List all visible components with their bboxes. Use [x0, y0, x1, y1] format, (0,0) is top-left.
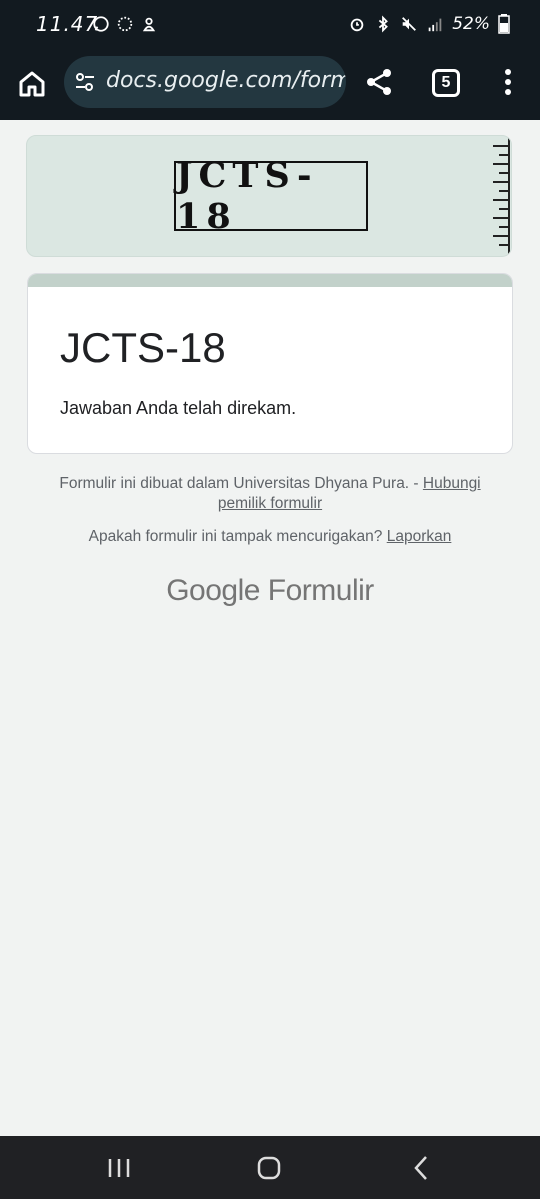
bluetooth-icon	[379, 15, 389, 33]
status-bar: 11.47 52%	[0, 0, 540, 52]
home-circle-icon[interactable]	[256, 1155, 282, 1181]
sync-icon	[117, 16, 133, 32]
address-bar[interactable]: docs.google.com/forms	[64, 56, 346, 108]
tabs-button[interactable]: 5	[432, 69, 460, 97]
report-note: Apakah formulir ini tampak mencurigakan?…	[40, 528, 500, 546]
whatsapp-icon	[93, 16, 109, 32]
ruler-decoration	[493, 138, 510, 256]
alarm-icon	[350, 18, 364, 32]
form-origin-text: Formulir ini dibuat dalam Universitas Dh…	[59, 475, 423, 492]
url-text: docs.google.com/forms	[106, 68, 346, 93]
status-time: 11.47	[36, 12, 99, 36]
form-logo: JCTS-18	[174, 155, 368, 237]
form-origin-note: Formulir ini dibuat dalam Universitas Dh…	[40, 474, 500, 514]
form-title: JCTS-18	[60, 324, 226, 371]
signal-icon	[428, 18, 442, 32]
report-text: Apakah formulir ini tampak mencurigakan?	[88, 528, 387, 545]
report-link[interactable]: Laporkan	[387, 528, 452, 545]
notification-icon	[142, 17, 156, 32]
recents-icon[interactable]	[106, 1156, 132, 1180]
battery-level: 52%	[452, 14, 490, 34]
mute-icon	[402, 17, 417, 31]
home-icon[interactable]	[16, 68, 48, 100]
card-accent-band	[28, 274, 512, 287]
tabs-count: 5	[441, 74, 451, 91]
confirmation-card: JCTS-18 Jawaban Anda telah direkam.	[27, 273, 513, 454]
forms-wordmark: Formulir	[267, 574, 375, 607]
system-nav-bar	[0, 1136, 540, 1199]
battery-icon	[498, 14, 510, 34]
tune-icon[interactable]	[74, 71, 96, 93]
google-forms-logo[interactable]: Google Formulir	[0, 574, 540, 608]
back-icon[interactable]	[410, 1154, 432, 1182]
form-header-banner: JCTS-18	[26, 135, 512, 257]
confirmation-message: Jawaban Anda telah direkam.	[60, 398, 297, 418]
share-icon[interactable]	[364, 66, 394, 98]
browser-toolbar: docs.google.com/forms 5	[0, 52, 540, 120]
google-wordmark: Google	[166, 574, 260, 607]
more-vert-icon[interactable]	[498, 66, 518, 98]
